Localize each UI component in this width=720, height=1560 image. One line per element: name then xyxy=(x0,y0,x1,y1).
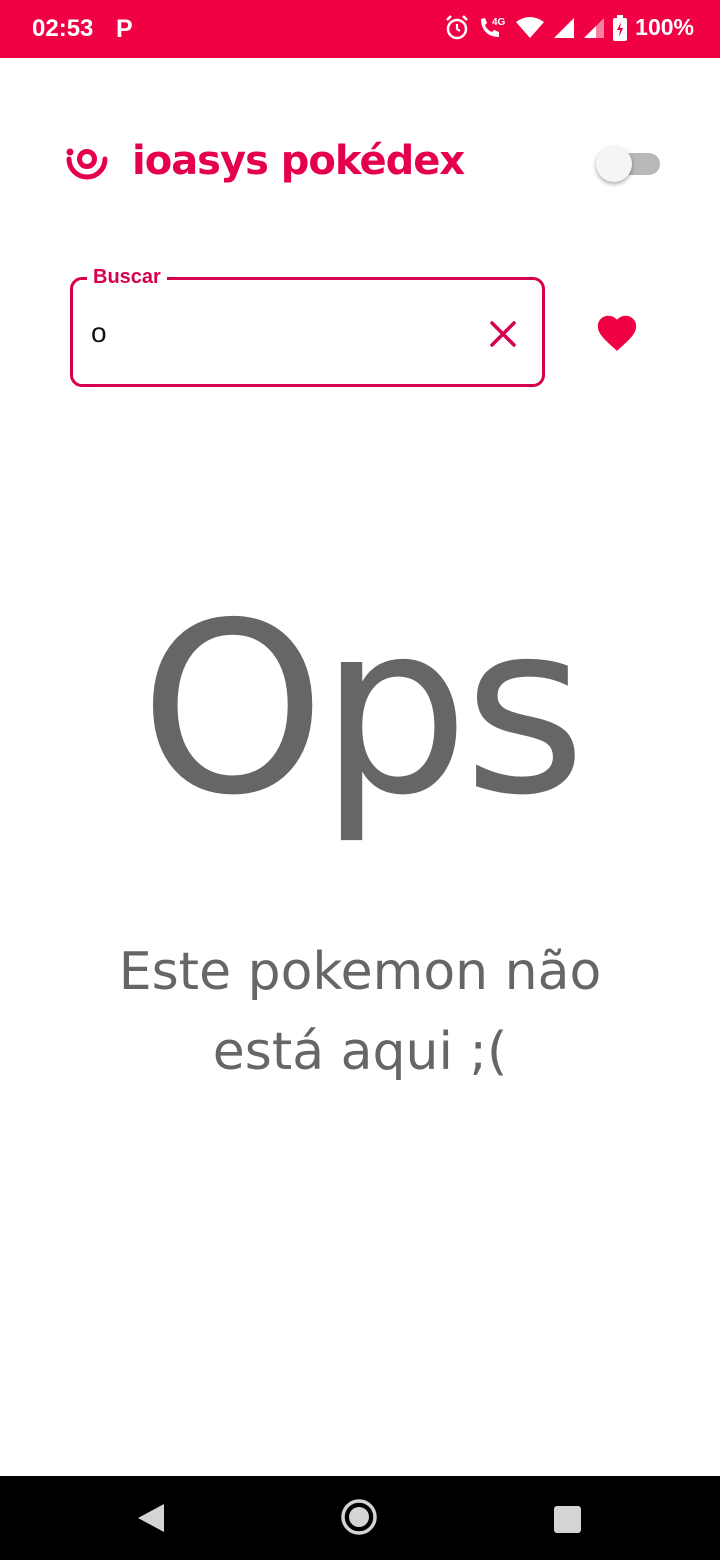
navigation-bar xyxy=(0,1476,720,1560)
battery-percent: 100% xyxy=(635,14,694,40)
status-icons: 4G 100% xyxy=(445,14,694,41)
ioasys-logo-icon xyxy=(66,148,108,180)
back-icon[interactable] xyxy=(136,1502,166,1534)
signal-icon xyxy=(584,17,605,38)
heart-icon[interactable] xyxy=(594,310,640,356)
search-label: Buscar xyxy=(87,266,167,289)
network-label: 4G xyxy=(492,17,506,28)
status-time: 02:53 xyxy=(32,15,94,42)
home-icon[interactable] xyxy=(340,1498,378,1536)
app-title: ioasys pokédex xyxy=(132,138,465,184)
battery-charging-icon xyxy=(613,14,628,41)
empty-state-title: Ops xyxy=(139,572,587,847)
volte-call-icon: 4G xyxy=(481,17,506,37)
wifi-icon xyxy=(516,16,545,38)
recents-icon[interactable] xyxy=(554,1506,581,1533)
close-icon[interactable] xyxy=(486,317,520,351)
signal-icon xyxy=(554,17,575,38)
search-field[interactable]: Buscar xyxy=(70,266,545,387)
status-bar: 02:53 P 4G 100% xyxy=(0,0,720,58)
toggle-thumb xyxy=(596,146,632,182)
empty-state-message: Este pokemon não está aqui ;( xyxy=(118,942,602,1082)
alarm-icon xyxy=(446,14,469,39)
search-input[interactable] xyxy=(91,313,471,353)
theme-toggle[interactable] xyxy=(596,146,662,182)
notification-app-icon: P xyxy=(116,15,133,43)
